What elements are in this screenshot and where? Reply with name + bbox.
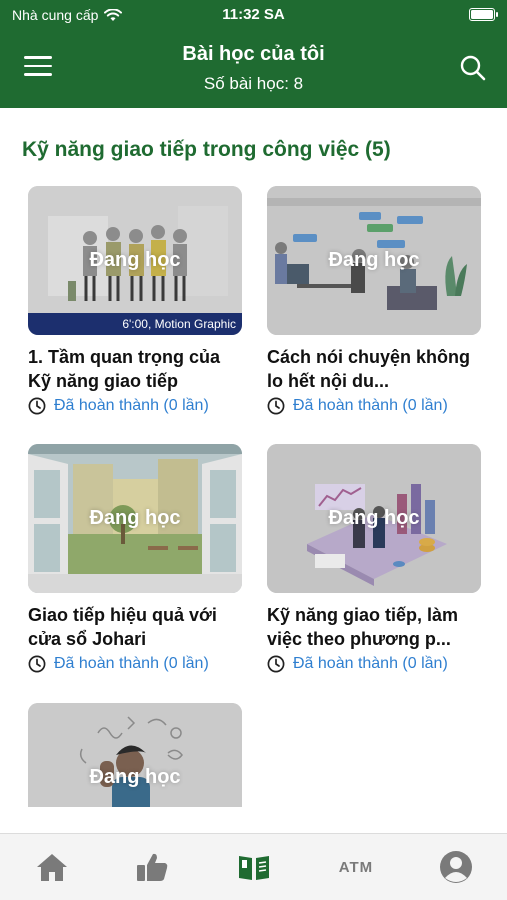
thumbs-up-icon xyxy=(137,853,168,881)
course-card[interactable]: Đang học xyxy=(28,703,242,807)
course-status-text: Đã hoàn thành (0 lần) xyxy=(293,655,448,672)
bottom-tab-bar: ATM xyxy=(0,833,507,900)
course-status: Đã hoàn thành (0 lần) xyxy=(28,655,242,673)
clock-icon xyxy=(28,655,46,673)
course-thumbnail: Đang học 6':00, Motion Graphic xyxy=(28,186,242,335)
lesson-count: Số bài học: 8 xyxy=(203,74,304,93)
book-icon xyxy=(239,856,269,880)
tab-atm[interactable]: ATM xyxy=(334,848,378,886)
clock-icon xyxy=(267,655,285,673)
course-title: Kỹ năng giao tiếp, làm việc theo phương … xyxy=(267,605,459,649)
battery-icon xyxy=(469,8,498,21)
app-header: Nhà cung cấp 11:32 SA Bài học của tôi Số… xyxy=(0,0,507,108)
course-progress-label: Đang học xyxy=(89,766,181,788)
course-progress-label: Đang học xyxy=(328,507,420,529)
course-status: Đã hoàn thành (0 lần) xyxy=(267,655,481,673)
course-status-text: Đã hoàn thành (0 lần) xyxy=(293,397,448,414)
course-card[interactable]: Đang học Kỹ năng giao tiếp, làm việc the… xyxy=(267,444,481,673)
search-icon[interactable] xyxy=(459,54,487,82)
course-status: Đã hoàn thành (0 lần) xyxy=(28,397,242,415)
tab-profile[interactable] xyxy=(436,848,476,886)
status-time: 11:32 SA xyxy=(222,6,285,23)
course-card[interactable]: Đang học 6':00, Motion Graphic 1. Tầm qu… xyxy=(28,186,242,415)
course-thumbnail: Đang học xyxy=(28,703,242,807)
course-thumbnail: Đang học xyxy=(28,444,242,593)
clock-icon xyxy=(267,397,285,415)
page-title: Bài học của tôi xyxy=(182,43,325,65)
course-status-text: Đã hoàn thành (0 lần) xyxy=(54,655,209,672)
course-title: Cách nói chuyện không lo hết nội du... xyxy=(267,347,471,391)
course-status-text: Đã hoàn thành (0 lần) xyxy=(54,397,209,414)
tab-my-lessons[interactable] xyxy=(234,848,274,886)
course-status: Đã hoàn thành (0 lần) xyxy=(267,397,481,415)
course-title: Giao tiếp hiệu quả với cửa sổ Johari xyxy=(28,605,217,649)
tab-home[interactable] xyxy=(32,848,72,886)
user-profile-icon xyxy=(440,851,472,883)
clock-icon xyxy=(28,397,46,415)
status-bar: Nhà cung cấp 11:32 SA xyxy=(0,0,507,30)
course-thumbnail: Đang học xyxy=(267,186,481,335)
section-title: Kỹ năng giao tiếp trong công việc (5) xyxy=(22,138,391,161)
course-thumbnail: Đang học xyxy=(267,444,481,593)
course-title: 1. Tầm quan trọng của Kỹ năng giao tiếp xyxy=(28,347,221,391)
video-duration-caption: 6':00, Motion Graphic xyxy=(28,313,242,335)
course-card[interactable]: Đang học Cách nói chuyện không lo hết nộ… xyxy=(267,186,481,415)
home-icon xyxy=(37,854,67,881)
nav-bar: Bài học của tôi Số bài học: 8 xyxy=(0,36,507,102)
course-progress-label: Đang học xyxy=(89,507,181,529)
tab-likes[interactable] xyxy=(132,848,172,886)
course-progress-label: Đang học xyxy=(328,249,420,271)
course-card[interactable]: Đang học Giao tiếp hiệu quả với cửa sổ J… xyxy=(28,444,242,673)
atm-label: ATM xyxy=(338,858,374,876)
